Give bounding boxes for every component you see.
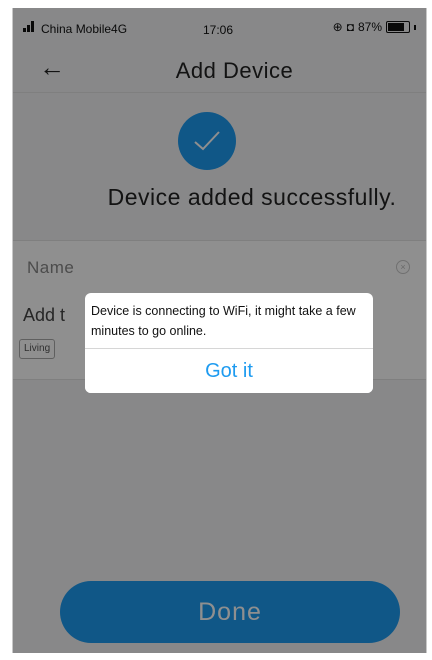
wifi-dialog: Device is connecting to WiFi, it might t… [85, 293, 373, 393]
dialog-message: Device is connecting to WiFi, it might t… [91, 304, 356, 338]
phone-screen: China Mobile4G 17:06 ⊕ ◘ 87% ← Add Devic… [12, 8, 427, 653]
got-it-button[interactable]: Got it [85, 349, 373, 393]
